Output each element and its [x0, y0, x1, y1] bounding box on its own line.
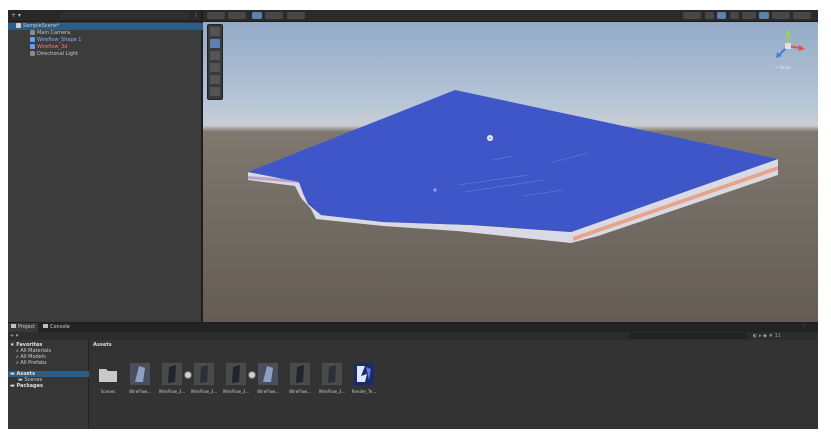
mesh-thumbnail-icon	[258, 363, 278, 385]
hierarchy-item-label: SampleScene*	[23, 23, 60, 29]
asset-label: WireFlow_3...	[318, 389, 346, 394]
asset-label: Scenes	[100, 389, 116, 394]
mesh-thumbnail-icon	[130, 363, 150, 385]
unity-editor-window: + ▾ ⋮ SampleScene* Main Camera Wireflow_…	[8, 10, 818, 429]
render-texture-thumbnail-icon	[354, 363, 374, 385]
camera-dropdown[interactable]	[772, 12, 790, 19]
hierarchy-toolbar: + ▾ ⋮	[8, 10, 201, 22]
audio-toggle[interactable]	[730, 12, 739, 19]
project-filter-icons[interactable]: ◐ ▸ ◆ ★ 11	[753, 333, 781, 339]
light-icon	[30, 51, 35, 56]
panel-menu-icon[interactable]: ⋮	[798, 323, 809, 332]
scale-tool-icon[interactable]	[210, 63, 220, 72]
tab-console[interactable]: Console	[40, 323, 73, 332]
hierarchy-item-label: Wireflow_3d	[37, 44, 68, 50]
prefab-thumbnail-icon	[226, 363, 246, 385]
asset-item[interactable]: WireFlow...	[127, 362, 153, 398]
orientation-gizmo-icon[interactable]	[768, 28, 808, 66]
effects-dropdown[interactable]	[742, 12, 756, 19]
asset-label: WireFlow_3...	[190, 389, 218, 394]
asset-item[interactable]: WireFlow_3...	[319, 362, 345, 398]
hierarchy-add-button[interactable]: + ▾	[11, 10, 21, 21]
move-tool-icon[interactable]	[210, 39, 220, 48]
prefab-icon	[30, 44, 35, 49]
hierarchy-item-scene[interactable]: SampleScene*	[8, 23, 209, 30]
asset-item[interactable]: Render_Te...	[351, 362, 377, 398]
hierarchy-item-label: Wireflow_Shape 1	[37, 37, 82, 43]
hierarchy-item-wireflow-shape[interactable]: Wireflow_Shape 1	[8, 37, 81, 44]
gizmos-dropdown[interactable]	[793, 12, 811, 19]
scene-visibility-dropdown[interactable]	[683, 12, 701, 19]
prefab-thumbnail-icon	[322, 363, 342, 385]
tab-project[interactable]: Project	[8, 323, 39, 332]
asset-item[interactable]: Scenes	[95, 362, 121, 398]
persp-label[interactable]: < Persp	[775, 65, 791, 70]
folder-tree: ★ Favorites ⌕ All Materials ⌕ All Models…	[8, 340, 90, 429]
pivot-dropdown[interactable]	[228, 12, 246, 19]
hierarchy-menu-icon[interactable]: ⋮	[193, 10, 199, 21]
tab-label: Project	[18, 324, 36, 330]
increment-dropdown[interactable]	[287, 12, 305, 19]
scene-icon	[16, 23, 21, 28]
grid-toggle[interactable]	[252, 12, 262, 19]
asset-item[interactable]: WireFlow...	[287, 362, 313, 398]
hierarchy-item-main-camera[interactable]: Main Camera	[8, 30, 70, 37]
light-gizmo-center	[488, 136, 492, 140]
tree-packages[interactable]: ▬ Packages	[10, 383, 43, 389]
asset-item[interactable]: WireFlow_3...	[223, 362, 249, 398]
hierarchy-item-label: Directional Light	[37, 51, 79, 57]
asset-label: Render_Te...	[351, 389, 377, 394]
camera-icon	[30, 30, 35, 35]
asset-grid: Assets Scenes WireFlow... WireFlow_3... …	[89, 340, 818, 429]
tab-label: Console	[50, 324, 70, 330]
hierarchy-panel: + ▾ ⋮ SampleScene* Main Camera Wireflow_…	[8, 10, 209, 322]
asset-label: WireFlow...	[257, 389, 279, 394]
project-toolbar: + ▾ ◐ ▸ ◆ ★ 11	[8, 332, 818, 340]
asset-item[interactable]: WireFlow_3...	[159, 362, 185, 398]
asset-item[interactable]: WireFlow_3...	[191, 362, 217, 398]
lighting-toggle[interactable]	[717, 12, 726, 19]
tree-label: All Prefabs	[20, 360, 47, 366]
transform-tool-icon[interactable]	[210, 87, 220, 96]
scene-toolbar	[203, 10, 818, 22]
prefab-icon	[30, 37, 35, 42]
asset-label: WireFlow_3...	[222, 389, 250, 394]
breadcrumb[interactable]: Assets	[93, 342, 112, 348]
asset-label: WireFlow_3...	[158, 389, 186, 394]
project-add-button[interactable]: + ▾	[10, 332, 18, 340]
snap-dropdown[interactable]	[265, 12, 283, 19]
console-icon	[43, 324, 48, 328]
hand-tool-icon[interactable]	[210, 27, 220, 36]
draw-mode-dropdown[interactable]	[207, 12, 225, 19]
asset-label: WireFlow...	[289, 389, 311, 394]
hierarchy-item-directional-light[interactable]: Directional Light	[8, 51, 78, 58]
folder-icon	[99, 369, 117, 382]
tree-label: Packages	[16, 383, 43, 389]
tree-all-prefabs[interactable]: ⌕ All Prefabs	[16, 360, 47, 366]
terrain-top-face	[248, 90, 778, 232]
hidden-packages-count: 11	[774, 333, 781, 339]
scene-view[interactable]: < Persp	[203, 10, 818, 322]
asset-item[interactable]: WireFlow...	[255, 362, 281, 398]
folder-icon	[11, 324, 16, 328]
hierarchy-item-wireflow-3d[interactable]: Wireflow_3d	[8, 44, 67, 51]
rect-tool-icon[interactable]	[210, 75, 220, 84]
tool-palette	[207, 24, 223, 100]
project-search-input[interactable]	[628, 333, 748, 339]
prefab-thumbnail-icon	[290, 363, 310, 385]
gizmos-toggle[interactable]	[759, 12, 769, 19]
2d-toggle[interactable]	[705, 12, 714, 19]
bottom-tabs: Project Console ⋮	[8, 323, 818, 332]
hierarchy-search-input[interactable]	[60, 12, 190, 19]
project-panel: Project Console ⋮ + ▾ ◐ ▸ ◆ ★ 11 ★ Favor…	[8, 323, 818, 429]
hierarchy-item-label: Main Camera	[37, 30, 71, 36]
rotate-tool-icon[interactable]	[210, 51, 220, 60]
asset-label: WireFlow...	[129, 389, 151, 394]
prefab-thumbnail-icon	[194, 363, 214, 385]
prefab-thumbnail-icon	[162, 363, 182, 385]
terrain-mesh	[248, 90, 778, 243]
